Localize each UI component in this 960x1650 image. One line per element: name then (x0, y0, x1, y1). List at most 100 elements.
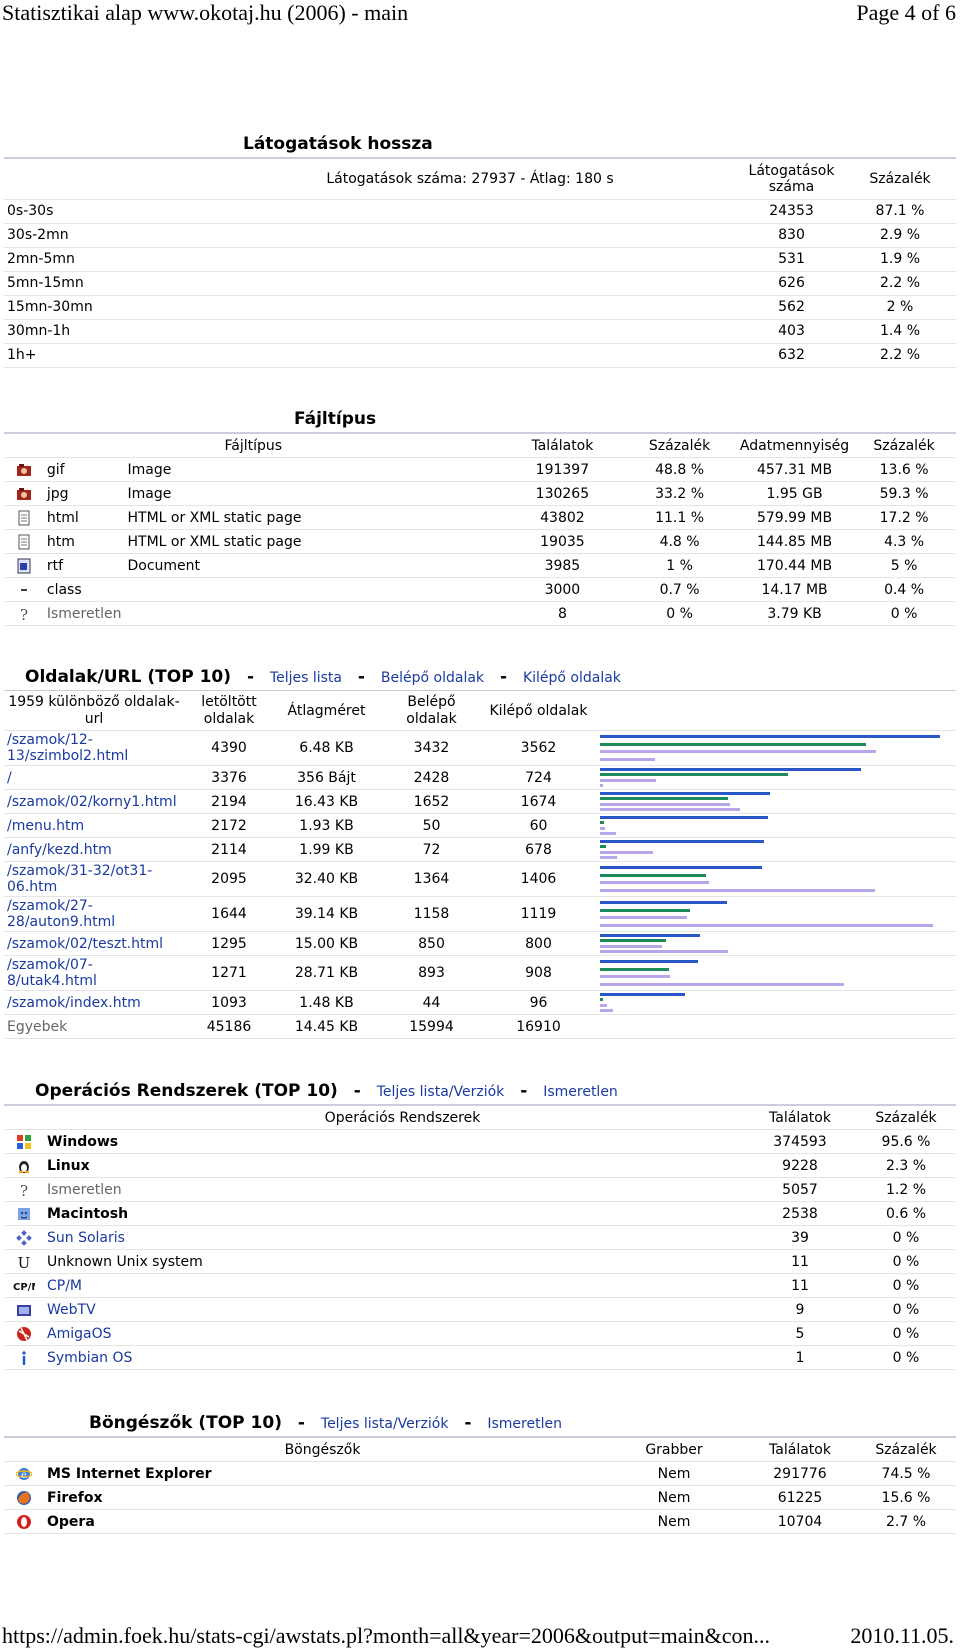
entry-pages-link[interactable]: Belépő oldalak (381, 670, 484, 686)
file-hits-percent: 0 % (622, 601, 737, 626)
os-percent: 2.3 % (856, 1153, 956, 1178)
os-name[interactable]: Symbian OS (44, 1345, 744, 1370)
exit-bar (600, 1003, 607, 1007)
page-url[interactable]: /szamok/07-8/utak4.html (4, 955, 184, 991)
pages-table: 1959 különböző oldalak-url letöltött old… (4, 690, 956, 1039)
os-percent: 0 % (856, 1297, 956, 1322)
os-percent: 0 % (856, 1345, 956, 1370)
size-bar (600, 923, 933, 927)
linux-icon (16, 1158, 32, 1174)
full-list-link[interactable]: Teljes lista (270, 670, 342, 686)
browser-name: MS Internet Explorer (44, 1461, 604, 1486)
file-size-percent: 59.3 % (852, 481, 956, 506)
os-hits: 9 (744, 1297, 856, 1322)
page-average-size: 1.99 KB (274, 837, 379, 862)
size-bar (600, 807, 740, 811)
page-bars (593, 765, 956, 790)
page-url[interactable]: /szamok/31-32/ot31-06.htm (4, 861, 184, 897)
file-size-percent: 0 % (852, 601, 956, 626)
os-name[interactable]: Sun Solaris (44, 1225, 744, 1250)
file-hits: 43802 (502, 505, 623, 530)
os-table: Operációs Rendszerek Találatok Százalék … (4, 1106, 956, 1370)
col-hits-percent: Százalék (622, 434, 737, 458)
page-url[interactable]: /menu.htm (4, 813, 184, 838)
table-row: /anfy/kezd.htm 2114 1.99 KB 72 678 (4, 837, 956, 862)
os-name: Windows (44, 1129, 744, 1154)
table-row: Macintosh 2538 0.6 % (4, 1201, 956, 1226)
visit-percent: 87.1 % (844, 199, 956, 224)
os-hits: 11 (744, 1249, 856, 1274)
page-views: 1093 (184, 990, 274, 1015)
col-average-size: Átlagméret (274, 690, 379, 731)
os-unknown-link[interactable]: Ismeretlen (543, 1084, 618, 1100)
page-url[interactable]: / (4, 765, 184, 790)
file-size-percent: 0.4 % (852, 577, 956, 602)
os-full-list-link[interactable]: Teljes lista/Verziók (377, 1084, 505, 1100)
exit-bar (600, 916, 687, 920)
file-size-percent: 4.3 % (852, 529, 956, 554)
page-url[interactable]: /szamok/02/teszt.html (4, 931, 184, 956)
col-entry: Belépő oldalak (379, 690, 484, 731)
table-row: gif Image 191397 48.8 % 457.31 MB 13.6 % (4, 457, 956, 482)
os-name[interactable]: CP/M (44, 1273, 744, 1298)
file-hits: 8 (502, 601, 623, 626)
entry-bar (600, 845, 606, 849)
table-row: /szamok/02/korny1.html 2194 16.43 KB 1652 16… (4, 789, 956, 814)
page-average-size: 1.93 KB (274, 813, 379, 838)
visit-percent: 1.4 % (844, 319, 956, 344)
page-bars (593, 1014, 956, 1039)
page-url[interactable]: /anfy/kezd.htm (4, 837, 184, 862)
views-bar (600, 735, 940, 739)
page-bars (593, 837, 956, 862)
visit-count: 562 (739, 295, 844, 320)
duration-range: 15mn-30mn (4, 295, 739, 320)
page-url[interactable]: /szamok/index.htm (4, 990, 184, 1015)
duration-range: 1h+ (4, 343, 739, 368)
page-url[interactable]: /szamok/12-13/szimbol2.html (4, 730, 184, 766)
browser-unknown-link[interactable]: Ismeretlen (487, 1416, 562, 1432)
browsers-title-row: Böngészők (TOP 10) - Teljes lista/Verzió… (4, 1410, 956, 1438)
page-views: 1271 (184, 955, 274, 991)
entry-bar (600, 742, 866, 746)
page-url: Egyebek (4, 1014, 184, 1039)
views-bar (600, 866, 762, 870)
visit-percent: 2.9 % (844, 223, 956, 248)
size-bar (600, 888, 875, 892)
page-exit: 1406 (484, 861, 593, 897)
os-section: Operációs Rendszerek (TOP 10) - Teljes l… (4, 1078, 956, 1370)
views-bar (600, 934, 700, 938)
page-entry: 2428 (379, 765, 484, 790)
os-name[interactable]: WebTV (44, 1297, 744, 1322)
browser-full-list-link[interactable]: Teljes lista/Verziók (321, 1416, 449, 1432)
file-size: 14.17 MB (736, 577, 853, 602)
exit-pages-link[interactable]: Kilépő oldalak (523, 670, 621, 686)
page-bars (593, 813, 956, 838)
page-exit: 1674 (484, 789, 593, 814)
visit-percent: 2.2 % (844, 343, 956, 368)
duration-range: 30mn-1h (4, 319, 739, 344)
table-row: WebTV 9 0 % (4, 1297, 956, 1322)
file-size: 579.99 MB (736, 505, 853, 530)
entry-bar (600, 939, 666, 943)
visit-count: 626 (739, 271, 844, 296)
col-percent: Százalék (844, 159, 956, 200)
entry-bar (600, 797, 728, 801)
table-row: 30s-2mn 830 2.9 % (4, 223, 956, 248)
os-name: Unknown Unix system (44, 1249, 744, 1274)
table-row: rtf Document 3985 1 % 170.44 MB 5 % (4, 553, 956, 578)
page-entry: 893 (379, 955, 484, 991)
size-bar (600, 757, 655, 761)
file-hits-percent: 4.8 % (622, 529, 737, 554)
visit-percent: 2.2 % (844, 271, 956, 296)
filetype-table: Fájltípus Találatok Százalék Adatmennyis… (4, 434, 956, 626)
table-row: ? Ismeretlen 5057 1.2 % (4, 1177, 956, 1202)
unix-icon: U (16, 1254, 32, 1272)
table-row: /szamok/31-32/ot31-06.htm 2095 32.40 KB 136… (4, 861, 956, 897)
html-page-icon (16, 534, 32, 550)
visit-count: 403 (739, 319, 844, 344)
os-hits: 11 (744, 1273, 856, 1298)
os-name[interactable]: AmigaOS (44, 1321, 744, 1346)
page-url[interactable]: /szamok/27-28/auton9.html (4, 896, 184, 932)
page-url[interactable]: /szamok/02/korny1.html (4, 789, 184, 814)
page-bars (593, 861, 956, 897)
